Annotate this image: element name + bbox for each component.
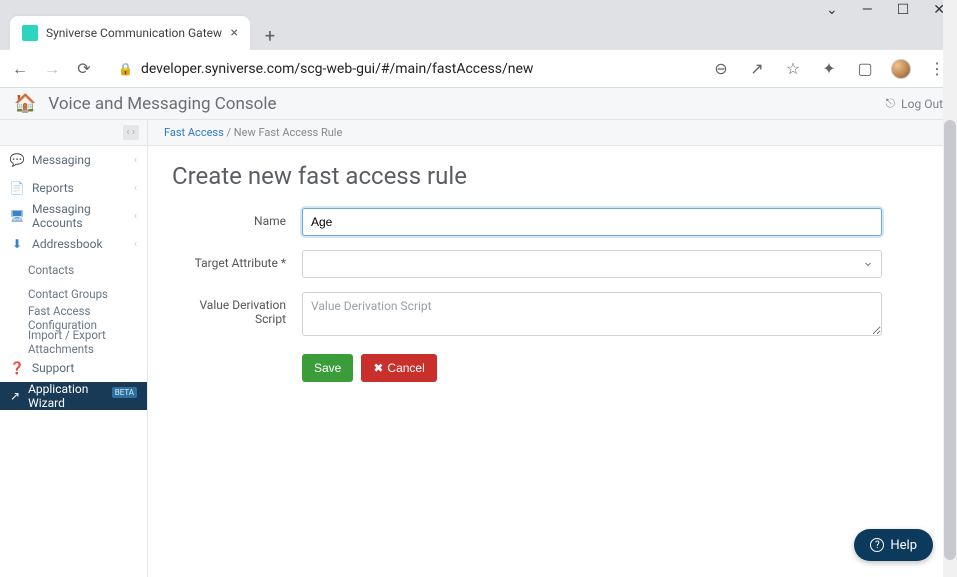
script-label: Value Derivation Script <box>172 292 302 326</box>
help-circle-icon: ? <box>870 538 884 552</box>
logout-button[interactable]: ⎋ Log Out <box>886 96 943 111</box>
sidebar-sub-contact-groups[interactable]: Contact Groups <box>0 282 147 306</box>
cancel-button[interactable]: ✖ Cancel <box>361 354 436 382</box>
help-label: Help <box>890 538 917 553</box>
sidebar-item-label: Messaging Accounts <box>32 202 126 230</box>
sidebar-sub-import-export[interactable]: Import / Export Attachments <box>0 330 147 354</box>
breadcrumb-root[interactable]: Fast Access <box>164 126 224 139</box>
url-text: developer.syniverse.com/scg-web-gui/#/ma… <box>141 61 534 77</box>
name-input[interactable] <box>302 208 882 236</box>
zoom-icon[interactable]: ⊖ <box>711 59 731 79</box>
tab-title: Syniverse Communication Gatew <box>46 26 223 40</box>
breadcrumb-current: New Fast Access Rule <box>234 126 343 139</box>
sidebar-item-label: Addressbook <box>32 237 103 251</box>
tab-close-icon[interactable]: × <box>231 25 238 41</box>
chat-icon: 💬 <box>10 153 24 167</box>
side-panel-icon[interactable]: ▢ <box>855 59 875 79</box>
beta-badge: BETA <box>112 387 137 398</box>
close-icon: ✖ <box>373 361 383 375</box>
value-derivation-script-input[interactable] <box>302 292 882 336</box>
window-controls: ⌄ — ☐ ✕ <box>0 0 957 14</box>
sidebar-item-label: Messaging <box>32 153 91 167</box>
sidebar-toggle-icon: ‹ › <box>123 125 140 140</box>
profile-avatar[interactable] <box>891 59 911 79</box>
sidebar-item-messaging[interactable]: 💬 Messaging ‹ <box>0 146 147 174</box>
scrollbar-track[interactable] <box>943 0 957 577</box>
sidebar-item-messaging-accounts[interactable]: 🖥 Messaging Accounts ‹ <box>0 202 147 230</box>
sidebar: ‹ › 💬 Messaging ‹ 📄 Reports ‹ 🖥 Messagin… <box>0 120 148 577</box>
monitor-icon: 🖥 <box>10 209 24 223</box>
target-attribute-label: Target Attribute * <box>172 250 302 270</box>
nav-reload-icon[interactable]: ⟳ <box>74 59 94 79</box>
cancel-label: Cancel <box>387 361 424 375</box>
help-button[interactable]: ? Help <box>854 529 933 561</box>
chevron-left-icon: ‹ <box>134 155 137 166</box>
chevron-left-icon: ‹ <box>134 239 137 250</box>
favicon-icon <box>22 25 38 41</box>
breadcrumb-sep: / <box>227 126 232 139</box>
save-button[interactable]: Save <box>302 354 353 382</box>
sidebar-item-addressbook[interactable]: ⬇ Addressbook ‹ <box>0 230 147 258</box>
sidebar-item-label: Support <box>32 361 74 375</box>
download-icon: ⬇ <box>10 237 24 251</box>
logout-icon: ⎋ <box>886 96 896 111</box>
lock-icon: 🔒 <box>118 62 133 76</box>
sidebar-sub-contacts[interactable]: Contacts <box>0 258 147 282</box>
chevron-left-icon: ‹ <box>134 211 137 222</box>
scrollbar-thumb[interactable] <box>944 120 956 560</box>
window-minimize-icon[interactable]: — <box>862 3 873 17</box>
sidebar-item-support[interactable]: ❓ Support <box>0 354 147 382</box>
bookmark-star-icon[interactable]: ☆ <box>783 59 803 79</box>
sidebar-item-reports[interactable]: 📄 Reports ‹ <box>0 174 147 202</box>
browser-toolbar: ← → ⟳ 🔒 developer.syniverse.com/scg-web-… <box>0 50 957 88</box>
home-icon[interactable]: 🏠 <box>14 93 36 114</box>
app-header: 🏠 Voice and Messaging Console ⎋ Log Out <box>0 88 957 120</box>
target-attribute-select[interactable] <box>302 250 882 278</box>
breadcrumb: Fast Access / New Fast Access Rule <box>148 120 957 146</box>
report-icon: 📄 <box>10 181 24 195</box>
help-icon: ❓ <box>10 361 24 375</box>
extensions-icon[interactable]: ✦ <box>819 59 839 79</box>
tab-strip: Syniverse Communication Gatew × + <box>0 14 957 50</box>
window-maximize-icon[interactable]: ☐ <box>897 3 910 17</box>
nav-forward-icon: → <box>42 59 62 79</box>
browser-tab[interactable]: Syniverse Communication Gatew × <box>10 16 250 50</box>
external-link-icon: ↗ <box>10 389 20 403</box>
sidebar-item-label: Application Wizard <box>28 382 100 410</box>
sidebar-item-label: Reports <box>32 181 74 195</box>
new-tab-button[interactable]: + <box>256 22 284 50</box>
app-title: Voice and Messaging Console <box>48 94 276 114</box>
share-icon[interactable]: ↗ <box>747 59 767 79</box>
sidebar-item-application-wizard[interactable]: ↗ Application Wizard BETA <box>0 382 147 410</box>
url-bar[interactable]: 🔒 developer.syniverse.com/scg-web-gui/#/… <box>106 54 699 84</box>
nav-back-icon[interactable]: ← <box>10 59 30 79</box>
chevron-left-icon: ‹ <box>134 183 137 194</box>
page-title: Create new fast access rule <box>172 162 933 190</box>
name-label: Name <box>172 208 302 228</box>
window-dropdown-icon[interactable]: ⌄ <box>826 3 838 17</box>
logout-label: Log Out <box>901 97 943 111</box>
sidebar-toggle[interactable]: ‹ › <box>0 120 147 146</box>
main-content: Fast Access / New Fast Access Rule Creat… <box>148 120 957 577</box>
sidebar-sub-fast-access-config[interactable]: Fast Access Configuration <box>0 306 147 330</box>
